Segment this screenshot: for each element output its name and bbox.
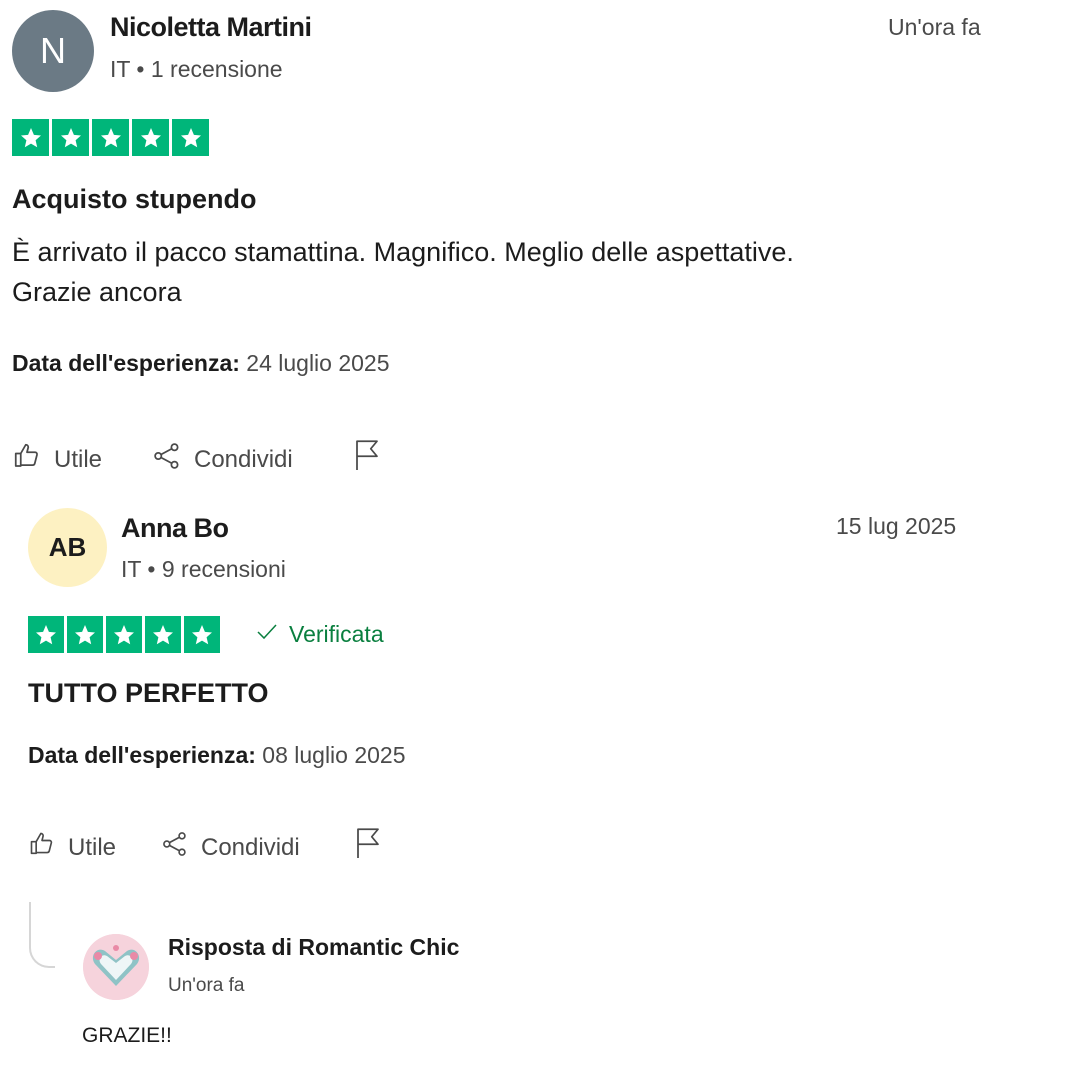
- share-button[interactable]: Condividi: [161, 830, 300, 865]
- company-logo: [83, 934, 149, 1000]
- review-body: È arrivato il pacco stamattina. Magnific…: [12, 232, 1052, 312]
- flag-icon[interactable]: [353, 826, 383, 865]
- experience-date: Data dell'esperienza: 08 luglio 2025: [28, 742, 406, 769]
- useful-button[interactable]: Utile: [12, 441, 102, 478]
- useful-label: Utile: [54, 445, 103, 473]
- review-title[interactable]: Acquisto stupendo: [12, 184, 257, 215]
- experience-date: Data dell'esperienza: 24 luglio 2025: [12, 350, 390, 377]
- reviewer-name[interactable]: Anna Bo: [121, 513, 229, 544]
- review-body-line: È arrivato il pacco stamattina. Magnific…: [12, 237, 794, 267]
- review-time: Un'ora fa: [888, 14, 981, 40]
- share-icon: [161, 830, 189, 865]
- share-label: Condividi: [201, 833, 300, 861]
- reviewer-avatar[interactable]: AB: [28, 508, 107, 587]
- review-time: 15 lug 2025: [836, 513, 957, 539]
- experience-date-value: 24 luglio 2025: [246, 350, 390, 376]
- verified-badge: Verificata: [255, 619, 384, 649]
- star-icon: [145, 616, 181, 653]
- experience-date-label: Data dell'esperienza:: [28, 742, 256, 768]
- star-icon: [67, 616, 103, 653]
- reply-text: GRAZIE!!: [82, 1024, 172, 1047]
- useful-label: Utile: [68, 833, 117, 861]
- share-label: Condividi: [194, 445, 293, 473]
- share-icon: [152, 441, 182, 478]
- star-icon: [12, 119, 49, 156]
- reviewer-name[interactable]: Nicoletta Martini: [110, 12, 312, 43]
- share-button[interactable]: Condividi: [152, 441, 293, 478]
- thumbs-up-icon: [28, 830, 56, 865]
- flag-icon[interactable]: [352, 438, 382, 477]
- star-icon: [28, 616, 64, 653]
- experience-date-value: 08 luglio 2025: [262, 742, 406, 768]
- reply-connector: [29, 902, 55, 968]
- reviewer-avatar[interactable]: N: [12, 10, 94, 92]
- star-rating: [28, 616, 220, 653]
- experience-date-label: Data dell'esperienza:: [12, 350, 240, 376]
- reviewer-meta: IT • 9 recensioni: [121, 556, 286, 582]
- thumbs-up-icon: [12, 441, 42, 478]
- useful-button[interactable]: Utile: [28, 830, 116, 865]
- reviewer-meta: IT • 1 recensione: [110, 56, 283, 82]
- star-icon: [132, 119, 169, 156]
- avatar-initials: AB: [48, 532, 87, 562]
- review-body-line: Grazie ancora: [12, 277, 182, 307]
- star-icon: [106, 616, 142, 653]
- star-rating: [12, 119, 209, 156]
- checkmark-icon: [255, 619, 279, 649]
- reply-time: Un'ora fa: [168, 975, 245, 996]
- verified-label: Verificata: [289, 620, 384, 647]
- avatar-initials: N: [40, 30, 66, 71]
- reply-title: Risposta di Romantic Chic: [168, 934, 460, 960]
- star-icon: [52, 119, 89, 156]
- star-icon: [184, 616, 220, 653]
- review-title[interactable]: TUTTO PERFETTO: [28, 678, 269, 709]
- star-icon: [172, 119, 209, 156]
- star-icon: [92, 119, 129, 156]
